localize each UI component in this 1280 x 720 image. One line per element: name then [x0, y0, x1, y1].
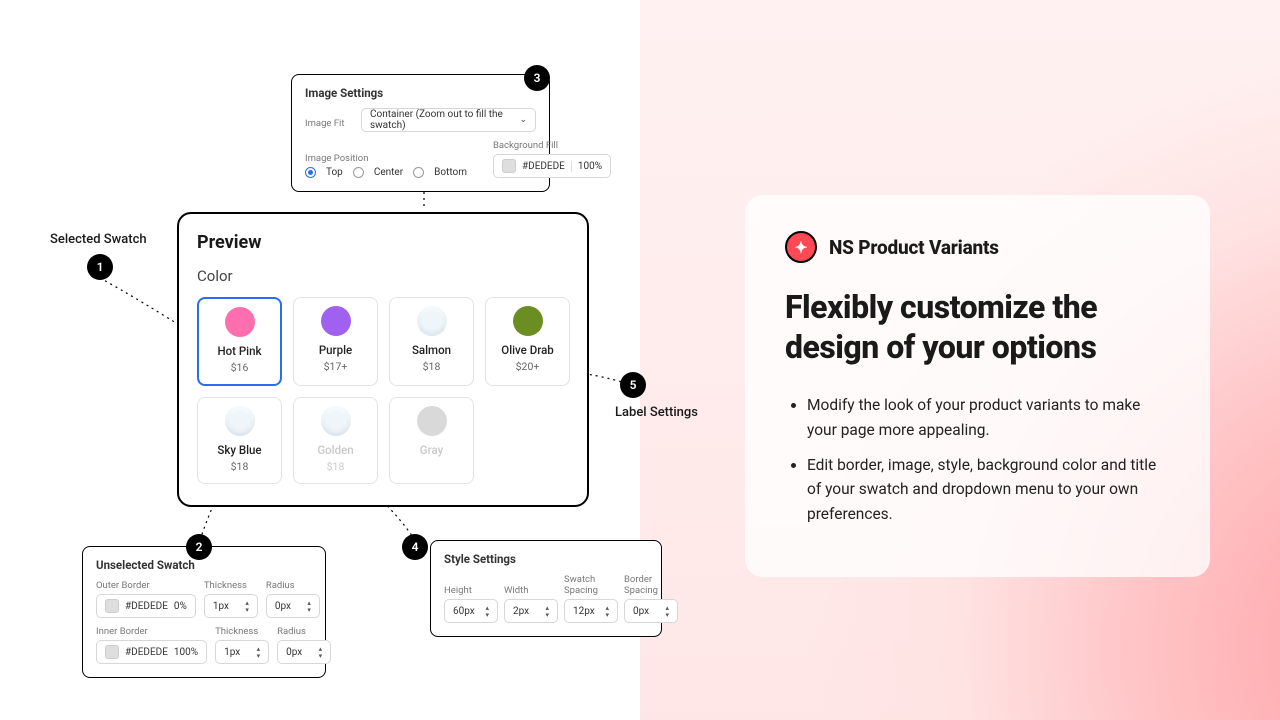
height-stepper[interactable]: 60px▴▾ [444, 599, 498, 623]
promo-headline: Flexibly customize the design of your op… [785, 287, 1170, 367]
panel-title: Style Settings [444, 552, 648, 566]
swatch-color-dot [321, 306, 351, 336]
border-spacing-stepper[interactable]: 0px▴▾ [624, 599, 678, 623]
swatch-grid: Hot Pink $16 Purple $17+ Salmon $18 Olive Drab… [197, 297, 569, 484]
swatch-name: Gray [420, 443, 443, 457]
swatch[interactable]: Gray [389, 397, 474, 484]
swatch-color-dot [321, 406, 351, 436]
swatch-color-dot [225, 406, 255, 436]
swatch-color-dot [225, 307, 255, 337]
swatch-price: $18 [423, 360, 441, 373]
brand-icon: ✦ [785, 231, 817, 263]
swatch[interactable]: Hot Pink $16 [197, 297, 282, 386]
panel-title: Unselected Swatch [96, 558, 312, 572]
swatch-price: $17+ [324, 360, 348, 373]
width-stepper[interactable]: 2px▴▾ [504, 599, 558, 623]
swatch-name: Olive Drab [501, 343, 553, 357]
chevron-down-icon: ⌄ [519, 115, 527, 125]
swatch[interactable]: Purple $17+ [293, 297, 378, 386]
callout-badge-5: 5 [620, 372, 646, 398]
swatch-price: $20+ [516, 360, 540, 373]
swatch[interactable]: Sky Blue $18 [197, 397, 282, 484]
swatch-name: Hot Pink [217, 344, 261, 358]
swatch-name: Sky Blue [217, 443, 261, 457]
outer-radius[interactable]: 0px▴▾ [266, 594, 320, 618]
panel-title: Image Settings [305, 86, 536, 100]
promo-bullet: Modify the look of your product variants… [807, 393, 1170, 443]
panel-unselected-swatch: Unselected Swatch Outer Border #DEDEDE 0… [82, 546, 326, 678]
callout-badge-4: 4 [402, 534, 428, 560]
inner-radius[interactable]: 0px▴▾ [277, 640, 331, 664]
swatch[interactable]: Olive Drab $20+ [485, 297, 570, 386]
promo-bullets: Modify the look of your product variants… [785, 393, 1170, 527]
inner-thickness[interactable]: 1px▴▾ [215, 640, 269, 664]
image-fit-select[interactable]: Container (Zoom out to fill the swatch) … [361, 108, 536, 132]
swatch[interactable]: Salmon $18 [389, 297, 474, 386]
callout-badge-1: 1 [87, 254, 113, 280]
promo-card: ✦ NS Product Variants Flexibly customize… [745, 195, 1210, 577]
swatch-name: Salmon [412, 343, 451, 357]
swatch[interactable]: Golden $18 [293, 397, 378, 484]
panel-style-settings: Style Settings Height 60px▴▾ Width 2px▴▾… [430, 540, 662, 637]
spacing-stepper[interactable]: 12px▴▾ [564, 599, 618, 623]
outer-border-color[interactable]: #DEDEDE 0% [96, 594, 196, 618]
image-position-label: Image Position [305, 153, 467, 164]
swatch-color-dot [417, 406, 447, 436]
swatch-price: $16 [231, 361, 249, 374]
callout-5-label: Label Settings [615, 405, 698, 420]
preview-title: Preview [197, 232, 569, 253]
swatch-price: $18 [327, 460, 345, 473]
panel-image-settings: Image Settings Image Fit Container (Zoom… [291, 74, 550, 192]
color-chip [502, 159, 516, 173]
preview-card: Preview Color Hot Pink $16 Purple $17+ Salmo… [177, 212, 589, 507]
swatch-price: $18 [231, 460, 249, 473]
inner-border-color[interactable]: #DEDEDE 100% [96, 640, 207, 664]
callout-1-label: Selected Swatch [50, 232, 147, 247]
radio-bottom[interactable] [413, 167, 424, 178]
option-name: Color [197, 267, 569, 285]
bg-fill-input[interactable]: #DEDEDE 100% [493, 154, 611, 178]
swatch-name: Golden [317, 443, 353, 457]
swatch-color-dot [417, 306, 447, 336]
brand-name: NS Product Variants [829, 236, 999, 259]
promo-bullet: Edit border, image, style, background co… [807, 453, 1170, 527]
swatch-name: Purple [319, 343, 352, 357]
callout-badge-2: 2 [186, 534, 212, 560]
image-fit-label: Image Fit [305, 118, 353, 129]
bg-fill-label: Background Fill [493, 140, 611, 151]
radio-top[interactable] [305, 167, 316, 178]
brand: ✦ NS Product Variants [785, 231, 1170, 263]
swatch-color-dot [513, 306, 543, 336]
callout-badge-3: 3 [524, 65, 550, 91]
radio-center[interactable] [353, 167, 364, 178]
outer-thickness[interactable]: 1px▴▾ [204, 594, 258, 618]
